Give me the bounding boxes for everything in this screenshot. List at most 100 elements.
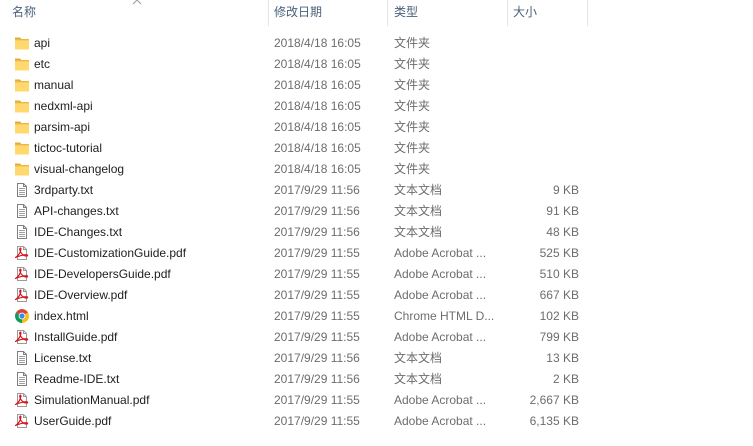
folder-icon[interactable] — [14, 119, 30, 135]
file-row[interactable]: API-changes.txt 2017/9/29 11:56 文本文档 91 KB — [0, 201, 753, 222]
file-name[interactable]: IDE-Changes.txt — [34, 222, 122, 243]
file-row[interactable]: tictoc-tutorial 2018/4/18 16:05 文件夹 — [0, 138, 753, 159]
file-row[interactable]: index.html 2017/9/29 11:55 Chrome HTML D..… — [0, 306, 753, 327]
file-type: Adobe Acrobat ... — [394, 246, 487, 260]
column-resize-handle[interactable] — [507, 0, 508, 26]
file-type: 文件夹 — [394, 162, 431, 176]
file-row[interactable]: InstallGuide.pdf 2017/9/29 11:55 Adobe Acr… — [0, 327, 753, 348]
file-row[interactable]: manual 2018/4/18 16:05 文件夹 — [0, 75, 753, 96]
column-resize-handle[interactable] — [268, 0, 269, 26]
file-name[interactable]: visual-changelog — [34, 159, 124, 180]
file-date-modified: 2018/4/18 16:05 — [274, 36, 361, 50]
file-name[interactable]: InstallGuide.pdf — [34, 327, 117, 348]
folder-icon[interactable] — [14, 56, 30, 72]
text-file-icon[interactable] — [14, 203, 30, 219]
file-date-modified: 2017/9/29 11:55 — [274, 267, 360, 281]
file-name[interactable]: Readme-IDE.txt — [34, 369, 119, 390]
file-date-modified: 2017/9/29 11:56 — [274, 351, 360, 365]
file-name[interactable]: nedxml-api — [34, 96, 93, 117]
folder-icon[interactable] — [14, 140, 30, 156]
file-row[interactable]: IDE-Changes.txt 2017/9/29 11:56 文本文档 48 KB — [0, 222, 753, 243]
column-header-date-modified[interactable]: 修改日期 — [268, 0, 387, 26]
file-name[interactable]: api — [34, 33, 50, 54]
file-date-modified: 2018/4/18 16:05 — [274, 78, 361, 92]
file-row[interactable]: UserGuide.pdf 2017/9/29 11:55 Adobe Acroba… — [0, 411, 753, 432]
file-row[interactable]: visual-changelog 2018/4/18 16:05 文件夹 — [0, 159, 753, 180]
file-row[interactable]: IDE-Overview.pdf 2017/9/29 11:55 Adobe Acr… — [0, 285, 753, 306]
column-header-type[interactable]: 类型 — [387, 0, 507, 26]
file-type: 文件夹 — [394, 36, 431, 50]
file-list: api 2018/4/18 16:05 文件夹 etc 2018/4/18 16:05… — [0, 33, 753, 432]
column-header-size[interactable]: 大小 — [507, 0, 587, 26]
pdf-icon[interactable] — [14, 266, 30, 282]
file-date-modified: 2018/4/18 16:05 — [274, 99, 361, 113]
file-name[interactable]: IDE-DevelopersGuide.pdf — [34, 264, 171, 285]
pdf-icon[interactable] — [14, 245, 30, 261]
file-name[interactable]: tictoc-tutorial — [34, 138, 102, 159]
file-date-modified: 2017/9/29 11:55 — [274, 246, 360, 260]
folder-icon[interactable] — [14, 35, 30, 51]
file-name[interactable]: UserGuide.pdf — [34, 411, 111, 432]
pdf-icon[interactable] — [14, 392, 30, 408]
file-date-modified: 2018/4/18 16:05 — [274, 120, 361, 134]
file-name[interactable]: index.html — [34, 306, 89, 327]
file-row[interactable]: Readme-IDE.txt 2017/9/29 11:56 文本文档 2 KB — [0, 369, 753, 390]
folder-icon[interactable] — [14, 161, 30, 177]
file-date-modified: 2017/9/29 11:55 — [274, 393, 360, 407]
file-type: 文件夹 — [394, 78, 431, 92]
file-size: 2 KB — [552, 372, 579, 386]
file-size: 799 KB — [539, 330, 579, 344]
file-type: 文件夹 — [394, 57, 431, 71]
file-type: Adobe Acrobat ... — [394, 393, 487, 407]
text-file-icon[interactable] — [14, 371, 30, 387]
file-type: 文件夹 — [394, 120, 431, 134]
file-date-modified: 2017/9/29 11:55 — [274, 330, 360, 344]
file-name[interactable]: License.txt — [34, 348, 91, 369]
pdf-icon[interactable] — [14, 287, 30, 303]
file-size: 510 KB — [539, 267, 579, 281]
column-resize-handle[interactable] — [387, 0, 388, 26]
file-type: 文本文档 — [394, 372, 443, 386]
file-name[interactable]: IDE-Overview.pdf — [34, 285, 127, 306]
file-name[interactable]: 3rdparty.txt — [34, 180, 93, 201]
file-row[interactable]: nedxml-api 2018/4/18 16:05 文件夹 — [0, 96, 753, 117]
text-file-icon[interactable] — [14, 224, 30, 240]
file-type: Adobe Acrobat ... — [394, 330, 487, 344]
column-header-name[interactable]: 名称 — [0, 0, 268, 26]
text-file-icon[interactable] — [14, 350, 30, 366]
folder-icon[interactable] — [14, 98, 30, 114]
file-row[interactable]: etc 2018/4/18 16:05 文件夹 — [0, 54, 753, 75]
file-row[interactable]: parsim-api 2018/4/18 16:05 文件夹 — [0, 117, 753, 138]
file-date-modified: 2018/4/18 16:05 — [274, 141, 361, 155]
file-row[interactable]: License.txt 2017/9/29 11:56 文本文档 13 KB — [0, 348, 753, 369]
file-size: 48 KB — [546, 225, 579, 239]
file-name[interactable]: API-changes.txt — [34, 201, 119, 222]
file-name[interactable]: manual — [34, 75, 73, 96]
file-type: 文件夹 — [394, 99, 431, 113]
file-row[interactable]: SimulationManual.pdf 2017/9/29 11:55 Adobe… — [0, 390, 753, 411]
file-type: Adobe Acrobat ... — [394, 288, 487, 302]
file-date-modified: 2017/9/29 11:56 — [274, 183, 360, 197]
file-type: Adobe Acrobat ... — [394, 414, 487, 428]
file-size: 9 KB — [552, 183, 579, 197]
file-date-modified: 2017/9/29 11:55 — [274, 414, 360, 428]
file-name[interactable]: IDE-CustomizationGuide.pdf — [34, 243, 186, 264]
file-row[interactable]: IDE-CustomizationGuide.pdf 2017/9/29 11:5… — [0, 243, 753, 264]
file-date-modified: 2018/4/18 16:05 — [274, 162, 361, 176]
chrome-html-icon[interactable] — [14, 308, 30, 324]
file-name[interactable]: etc — [34, 54, 50, 75]
folder-icon[interactable] — [14, 77, 30, 93]
file-row[interactable]: api 2018/4/18 16:05 文件夹 — [0, 33, 753, 54]
file-type: Adobe Acrobat ... — [394, 267, 487, 281]
file-date-modified: 2017/9/29 11:55 — [274, 288, 360, 302]
file-type: Chrome HTML D... — [394, 309, 495, 323]
file-date-modified: 2017/9/29 11:55 — [274, 309, 360, 323]
text-file-icon[interactable] — [14, 182, 30, 198]
pdf-icon[interactable] — [14, 329, 30, 345]
file-name[interactable]: parsim-api — [34, 117, 90, 138]
file-name[interactable]: SimulationManual.pdf — [34, 390, 149, 411]
column-resize-handle[interactable] — [587, 0, 588, 26]
file-row[interactable]: IDE-DevelopersGuide.pdf 2017/9/29 11:55 Ad… — [0, 264, 753, 285]
pdf-icon[interactable] — [14, 413, 30, 429]
file-row[interactable]: 3rdparty.txt 2017/9/29 11:56 文本文档 9 KB — [0, 180, 753, 201]
